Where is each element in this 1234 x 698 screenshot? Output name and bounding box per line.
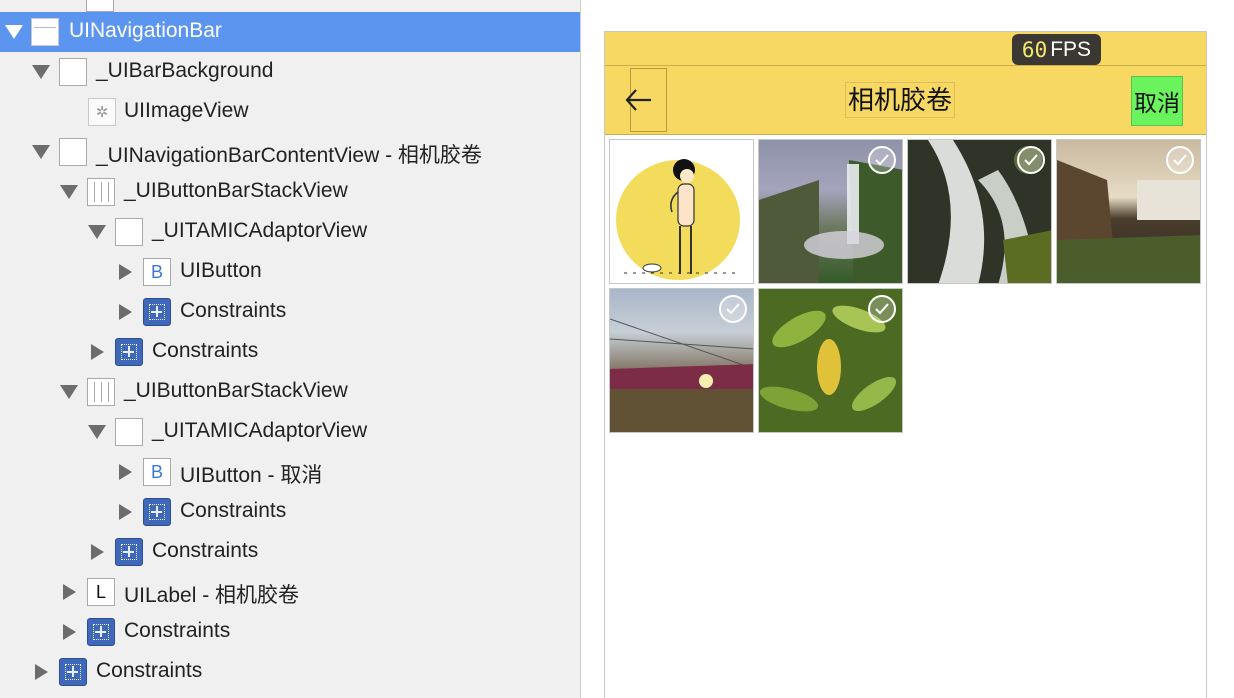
- nav-title: 相机胶卷: [845, 82, 956, 118]
- checkmark-icon[interactable]: [719, 146, 747, 174]
- tree-row-label: UILabel - 相机胶卷: [124, 584, 300, 607]
- checkmark-icon[interactable]: [1166, 146, 1194, 174]
- disclosure-right-icon[interactable]: [35, 664, 48, 680]
- stack-view-icon: [87, 378, 115, 406]
- checkmark-icon[interactable]: [719, 295, 747, 323]
- tree-row-constraints[interactable]: Constraints: [0, 652, 580, 692]
- tree-row-label: Constraints: [152, 539, 259, 562]
- tree-row-button-bar-stack-view[interactable]: _UIButtonBarStackView: [0, 372, 580, 412]
- disclosure-right-icon[interactable]: [91, 544, 104, 560]
- disclosure-right-icon[interactable]: [63, 624, 76, 640]
- disclosure-down-icon[interactable]: [60, 185, 78, 199]
- button-icon: B: [143, 258, 171, 286]
- disclosure-down-icon[interactable]: [32, 65, 50, 79]
- tree-row-label: _UITAMICAdaptorView: [152, 219, 368, 242]
- tree-row-ui-button[interactable]: B UIButton: [0, 252, 580, 292]
- constraints-icon: [59, 658, 87, 686]
- constraints-icon: [143, 298, 171, 326]
- tree-row-adaptor-view[interactable]: _UITAMICAdaptorView: [0, 212, 580, 252]
- tree-row-image-view[interactable]: ✲ UIImageView: [0, 92, 580, 132]
- photo-thumbnail[interactable]: [1056, 139, 1201, 284]
- tree-row-label: UINavigationBar: [69, 19, 222, 42]
- simulator-screen: 60 FPS 相机胶卷 取消: [604, 31, 1207, 698]
- view-hierarchy-panel: UINavigationBar _UIBarBackground ✲ UIIma…: [0, 0, 581, 698]
- label-icon: L: [87, 578, 115, 606]
- tree-row-label: Constraints: [152, 339, 259, 362]
- tree-row-constraints[interactable]: Constraints: [0, 612, 580, 652]
- photo-thumbnail[interactable]: [609, 288, 754, 433]
- tree-row-label: _UIBarBackground: [96, 59, 274, 82]
- disclosure-right-icon[interactable]: [91, 344, 104, 360]
- disclosure-right-icon[interactable]: [119, 504, 132, 520]
- tree-row-adaptor-view[interactable]: _UITAMICAdaptorView: [0, 412, 580, 452]
- button-icon: B: [143, 458, 171, 486]
- fps-indicator: 60 FPS: [1012, 34, 1101, 65]
- tree-row-constraints[interactable]: Constraints: [0, 492, 580, 532]
- navigation-bar: 相机胶卷 取消: [605, 65, 1206, 135]
- fps-unit: FPS: [1050, 37, 1092, 61]
- tree-row-ui-label[interactable]: L UILabel - 相机胶卷: [0, 572, 580, 612]
- tree-row-label: Constraints: [124, 619, 231, 642]
- view-icon: [59, 138, 87, 166]
- disclosure-down-icon[interactable]: [88, 225, 106, 239]
- tree-row-label: UIImageView: [124, 99, 249, 122]
- tree-row-label: _UITAMICAdaptorView: [152, 419, 368, 442]
- tree-row-constraints[interactable]: Constraints: [0, 332, 580, 372]
- constraints-icon: [143, 498, 171, 526]
- view-icon: [115, 418, 143, 446]
- tree-row-label: _UIButtonBarStackView: [124, 179, 348, 202]
- status-bar: 60 FPS: [605, 32, 1206, 65]
- tree-row-label: UIButton - 取消: [180, 464, 323, 487]
- tree-row-constraints[interactable]: Constraints: [0, 292, 580, 332]
- tree-row-ui-button-cancel[interactable]: B UIButton - 取消: [0, 452, 580, 492]
- disclosure-right-icon[interactable]: [63, 584, 76, 600]
- tree-row-label: UIButton: [180, 259, 262, 282]
- checkmark-icon[interactable]: [1017, 146, 1045, 174]
- tree-row-label: _UIButtonBarStackView: [124, 379, 348, 402]
- back-arrow-icon[interactable]: [623, 84, 655, 116]
- photo-thumbnail[interactable]: [609, 139, 754, 284]
- cancel-button[interactable]: 取消: [1131, 76, 1183, 126]
- tree-row-label: Constraints: [180, 499, 287, 522]
- constraints-icon: [115, 538, 143, 566]
- navbar-icon: [31, 18, 59, 46]
- tree-row-button-bar-stack-view[interactable]: _UIButtonBarStackView: [0, 172, 580, 212]
- disclosure-right-icon[interactable]: [119, 264, 132, 280]
- photo-thumbnail[interactable]: [758, 288, 903, 433]
- constraints-icon: [87, 618, 115, 646]
- tree-row-navigation-bar[interactable]: UINavigationBar: [0, 12, 580, 52]
- view-icon: [86, 0, 114, 12]
- photo-thumbnail[interactable]: [907, 139, 1052, 284]
- constraints-icon: [115, 338, 143, 366]
- stack-view-icon: [87, 178, 115, 206]
- disclosure-down-icon[interactable]: [60, 385, 78, 399]
- disclosure-down-icon[interactable]: [88, 425, 106, 439]
- view-icon: [59, 58, 87, 86]
- checkmark-icon[interactable]: [868, 146, 896, 174]
- fps-value: 60: [1021, 37, 1048, 62]
- tree-row-content-view[interactable]: _UINavigationBarContentView - 相机胶卷: [0, 132, 580, 172]
- tree-row-label: Constraints: [96, 659, 203, 682]
- image-view-icon: ✲: [88, 98, 116, 126]
- checkmark-icon[interactable]: [868, 295, 896, 323]
- disclosure-right-icon[interactable]: [119, 304, 132, 320]
- photo-thumbnail[interactable]: [758, 139, 903, 284]
- tree-row-label: _UINavigationBarContentView - 相机胶卷: [96, 144, 482, 167]
- view-icon: [115, 218, 143, 246]
- tree-row-label: Constraints: [180, 299, 287, 322]
- disclosure-down-icon[interactable]: [5, 25, 23, 39]
- disclosure-right-icon[interactable]: [119, 464, 132, 480]
- tree-row-constraints[interactable]: Constraints: [0, 532, 580, 572]
- tree-row-bar-background[interactable]: _UIBarBackground: [0, 52, 580, 92]
- disclosure-down-icon[interactable]: [32, 145, 50, 159]
